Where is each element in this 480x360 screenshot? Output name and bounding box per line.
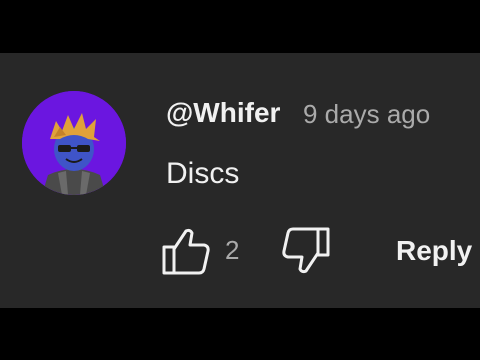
comment-timestamp[interactable]: 9 days ago bbox=[303, 99, 430, 130]
letterbox-top bbox=[0, 0, 480, 53]
avatar[interactable] bbox=[22, 91, 126, 195]
like-button[interactable] bbox=[158, 225, 214, 277]
thumbs-down-icon bbox=[282, 227, 330, 274]
dislike-button[interactable] bbox=[278, 225, 334, 277]
comment-author[interactable]: @Whifer bbox=[166, 97, 280, 129]
thumbs-up-icon bbox=[162, 228, 210, 275]
avatar-image bbox=[22, 91, 126, 195]
comment-text: Discs bbox=[166, 157, 240, 190]
like-count: 2 bbox=[225, 235, 240, 265]
reply-button[interactable]: Reply bbox=[384, 231, 480, 271]
comment-panel: @Whifer 9 days ago Discs 2 Reply bbox=[0, 53, 480, 308]
letterbox-bottom bbox=[0, 308, 480, 360]
